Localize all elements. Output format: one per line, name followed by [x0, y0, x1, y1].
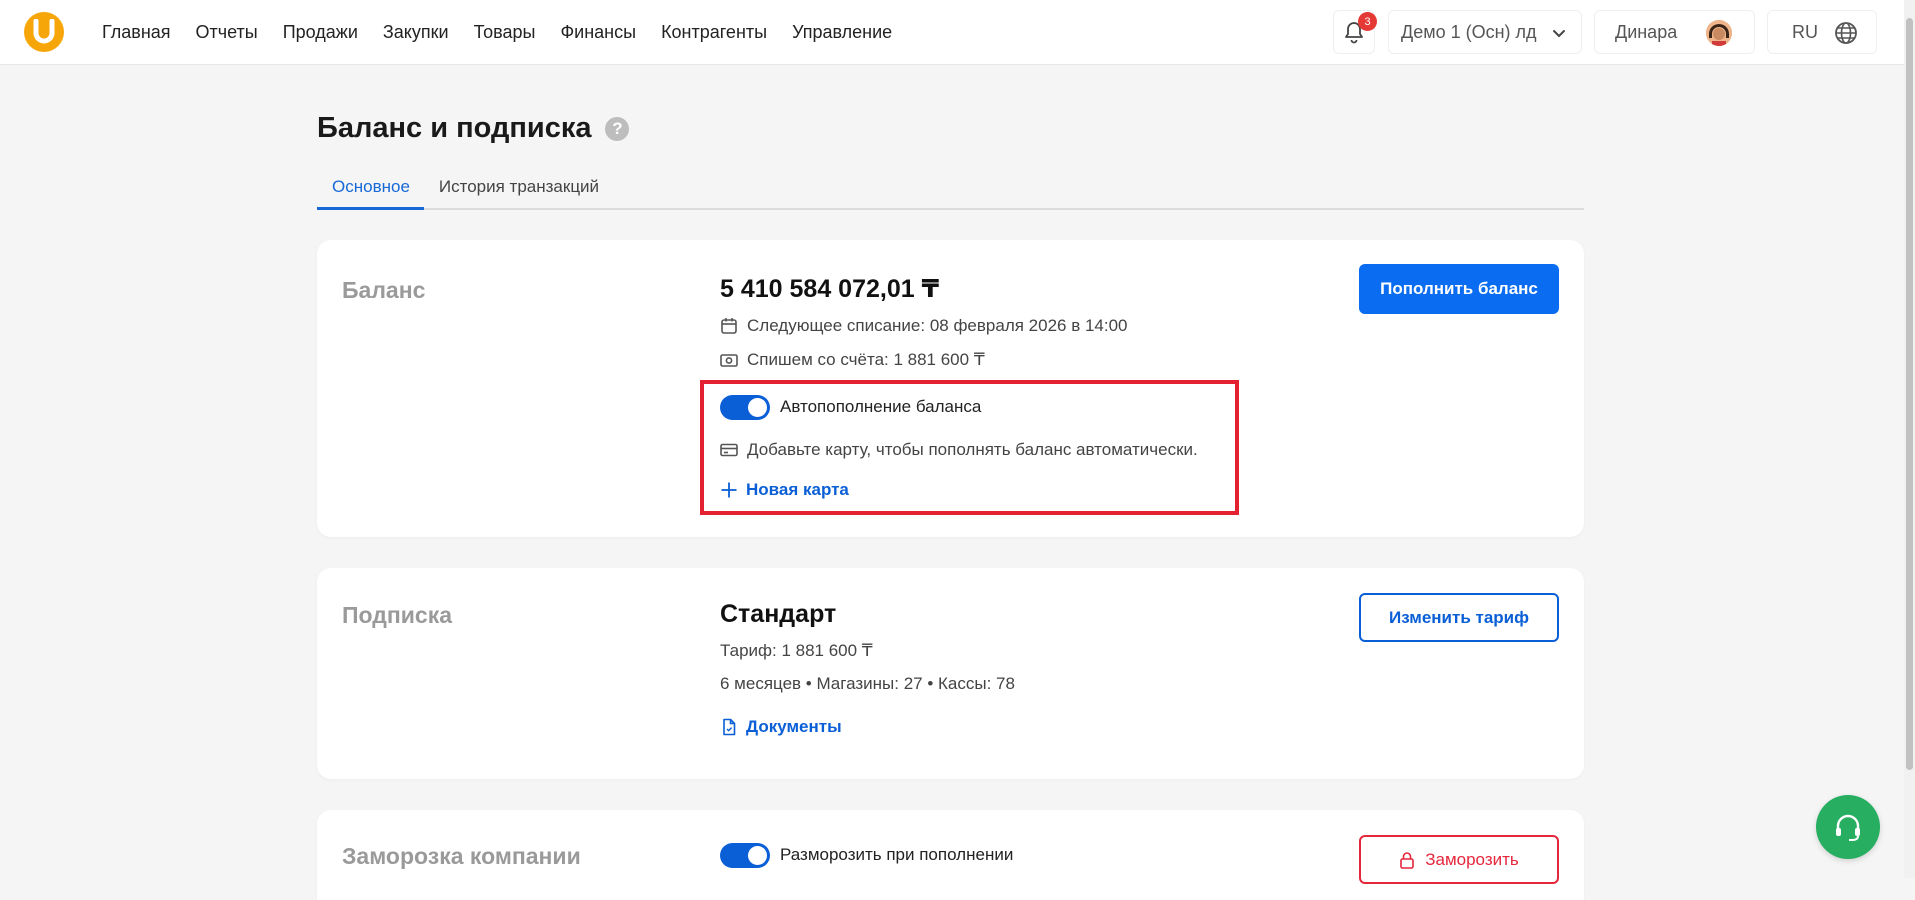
- subscription-card: Подписка Стандарт Тариф: 1 881 600 ₸ 6 м…: [317, 568, 1584, 779]
- scrollbar-thumb[interactable]: [1906, 18, 1913, 770]
- tariff-line: Тариф: 1 881 600 ₸: [720, 641, 873, 661]
- freeze-card: Заморозка компании Разморозить при попол…: [317, 810, 1584, 900]
- user-name: Динара: [1615, 21, 1678, 42]
- document-icon: [723, 718, 736, 736]
- globe-icon: [1835, 22, 1857, 44]
- user-menu[interactable]: Динара: [1594, 10, 1755, 54]
- cash-icon: [720, 354, 738, 367]
- company-select-value: Демо 1 (Осн) лд: [1401, 21, 1537, 42]
- new-card-text: Новая карта: [746, 480, 849, 499]
- documents-link[interactable]: Документы: [720, 717, 842, 737]
- language-value: RU: [1792, 21, 1818, 42]
- balance-label: Баланс: [342, 277, 426, 303]
- plan-name: Стандарт: [720, 600, 837, 628]
- documents-text: Документы: [746, 717, 842, 736]
- tariff-text: Тариф: 1 881 600 ₸: [720, 641, 873, 660]
- charge-amount-line: Спишем со счёта: 1 881 600 ₸: [720, 350, 985, 370]
- notifications-button[interactable]: 3: [1333, 10, 1377, 54]
- card-hint-line: Добавьте карту, чтобы пополнять баланс а…: [720, 440, 1198, 460]
- subscription-label: Подписка: [342, 602, 453, 628]
- unfreeze-toggle[interactable]: [720, 843, 770, 868]
- nav-item-finance[interactable]: Финансы: [560, 22, 636, 43]
- new-card-link[interactable]: Новая карта: [720, 480, 849, 500]
- unfreeze-label: Разморозить при пополнении: [780, 845, 1014, 864]
- freeze-button[interactable]: Заморозить: [1359, 835, 1559, 884]
- nav-item-sales[interactable]: Продажи: [283, 22, 358, 43]
- avatar: [1706, 20, 1732, 46]
- change-tariff-button[interactable]: Изменить тариф: [1359, 593, 1559, 642]
- main-nav: Главная Отчеты Продажи Закупки Товары Фи…: [102, 0, 917, 65]
- company-select[interactable]: Демо 1 (Осн) лд: [1388, 10, 1582, 54]
- help-icon[interactable]: ?: [605, 116, 630, 141]
- next-charge-text: Следующее списание: 08 февраля 2026 в 14…: [747, 316, 1128, 335]
- lock-icon: [1400, 851, 1415, 869]
- balance-amount: 5 410 584 072,01 ₸: [720, 275, 939, 303]
- tab-main[interactable]: Основное: [317, 170, 424, 210]
- charge-amount-text: Спишем со счёта: 1 881 600 ₸: [747, 350, 985, 369]
- autotopup-toggle[interactable]: [720, 395, 770, 420]
- calendar-icon: [721, 318, 737, 334]
- plus-icon: [721, 482, 737, 498]
- topup-balance-button[interactable]: Пополнить баланс: [1359, 264, 1559, 314]
- tabs: Основное История транзакций: [317, 170, 1584, 210]
- language-select[interactable]: RU: [1767, 10, 1877, 54]
- chevron-down-icon: [1553, 30, 1565, 38]
- support-chat-button[interactable]: [1816, 795, 1880, 859]
- credit-card-icon: [720, 443, 738, 457]
- freeze-label: Заморозка компании: [342, 843, 581, 869]
- card-hint-text: Добавьте карту, чтобы пополнять баланс а…: [747, 440, 1198, 459]
- page-title: Баланс и подписка ?: [317, 112, 630, 145]
- tab-transaction-history[interactable]: История транзакций: [424, 170, 613, 210]
- page-title-text: Баланс и подписка: [317, 112, 592, 144]
- plan-details-text: 6 месяцев • Магазины: 27 • Кассы: 78: [720, 674, 1015, 693]
- nav-item-purchases[interactable]: Закупки: [383, 22, 449, 43]
- freeze-button-label: Заморозить: [1425, 849, 1519, 869]
- autotopup-label: Автопополнение баланса: [780, 397, 982, 416]
- headset-icon: [1836, 814, 1860, 841]
- notifications-badge: 3: [1358, 12, 1377, 31]
- next-charge-line: Следующее списание: 08 февраля 2026 в 14…: [720, 316, 1128, 336]
- page-scrollbar[interactable]: [1904, 0, 1915, 878]
- balance-card: Баланс 5 410 584 072,01 ₸ Следующее спис…: [317, 240, 1584, 537]
- nav-item-products[interactable]: Товары: [474, 22, 536, 43]
- plan-details-line: 6 месяцев • Магазины: 27 • Кассы: 78: [720, 674, 1015, 694]
- nav-item-home[interactable]: Главная: [102, 22, 171, 43]
- nav-item-contractors[interactable]: Контрагенты: [661, 22, 767, 43]
- nav-item-reports[interactable]: Отчеты: [196, 22, 258, 43]
- nav-item-management[interactable]: Управление: [792, 22, 892, 43]
- logo-icon[interactable]: [24, 12, 64, 52]
